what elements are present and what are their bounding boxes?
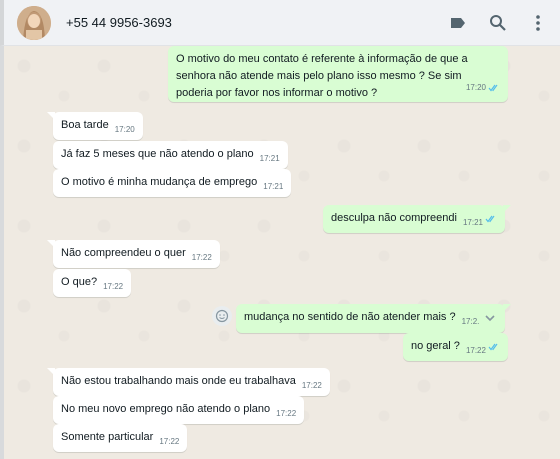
message-text: Boa tarde	[61, 119, 109, 131]
message-time: 17:22	[103, 282, 124, 291]
message-time: 17:20	[114, 125, 135, 134]
chevron-down-icon[interactable]	[483, 312, 497, 327]
read-ticks-icon	[488, 81, 500, 98]
read-ticks-icon	[488, 342, 500, 354]
message-text: O motivo do meu contato é referente à in…	[176, 53, 468, 99]
search-icon[interactable]	[488, 13, 508, 33]
message-text: O motivo é minha mudança de emprego	[61, 176, 258, 188]
label-icon[interactable]	[448, 13, 468, 33]
message-text: No meu novo emprego não atendo o plano	[61, 403, 271, 415]
message-time: 17:21	[263, 182, 284, 191]
message-text: desculpa não compreendi	[331, 212, 457, 224]
message-time: 17:2.	[461, 317, 480, 326]
message-bubble-outgoing[interactable]: O motivo do meu contato é referente à in…	[168, 46, 508, 102]
message-time: 17:20	[465, 83, 486, 92]
message-text: O que?	[61, 276, 98, 288]
read-ticks-icon	[485, 214, 497, 226]
message-text: Não estou trabalhando mais onde eu traba…	[61, 375, 296, 387]
message-bubble-incoming[interactable]: No meu novo emprego não atendo o plano 17…	[53, 396, 305, 424]
message-time: 17:22	[276, 409, 297, 418]
contact-name[interactable]: +55 44 9956-3693	[66, 15, 172, 30]
message-time: 17:22	[465, 346, 486, 355]
message-bubble-outgoing[interactable]: no geral ? 17:22	[403, 333, 508, 361]
chat-header: +55 44 9956-3693	[0, 0, 560, 46]
message-meta: 17:20	[466, 79, 500, 98]
message-bubble-incoming[interactable]: Somente particular 17:22	[53, 424, 188, 452]
emoji-reaction-icon[interactable]	[212, 306, 232, 326]
message-time: 17:22	[159, 437, 180, 446]
message-text: no geral ?	[411, 340, 460, 352]
message-text: Não compreendeu o quer	[61, 247, 186, 259]
message-time: 17:22	[191, 253, 212, 262]
avatar[interactable]	[17, 6, 51, 40]
message-bubble-incoming[interactable]: O motivo é minha mudança de emprego 17:21	[53, 169, 292, 197]
message-time: 17:21	[462, 218, 484, 227]
message-bubble-incoming[interactable]: Boa tarde 17:20	[47, 112, 143, 140]
message-time: 17:22	[301, 381, 322, 390]
message-bubble-incoming[interactable]: Não compreendeu o quer 17:22	[47, 240, 220, 268]
message-text: Já faz 5 meses que não atendo o plano	[61, 148, 254, 160]
message-bubble-incoming[interactable]: Não estou trabalhando mais onde eu traba…	[47, 368, 330, 396]
message-bubble-outgoing[interactable]: mudança no sentido de não atender mais ?…	[236, 304, 512, 333]
message-bubble-incoming[interactable]: Já faz 5 meses que não atendo o plano 17:…	[53, 141, 288, 169]
menu-icon[interactable]	[528, 13, 548, 33]
message-text: Somente particular	[61, 431, 154, 443]
message-time: 17:21	[259, 154, 280, 163]
message-bubble-incoming[interactable]: O que? 17:22	[53, 269, 132, 297]
message-bubble-outgoing[interactable]: desculpa não compreendi 17:21	[323, 205, 512, 233]
message-text: mudança no sentido de não atender mais ?	[244, 311, 456, 323]
